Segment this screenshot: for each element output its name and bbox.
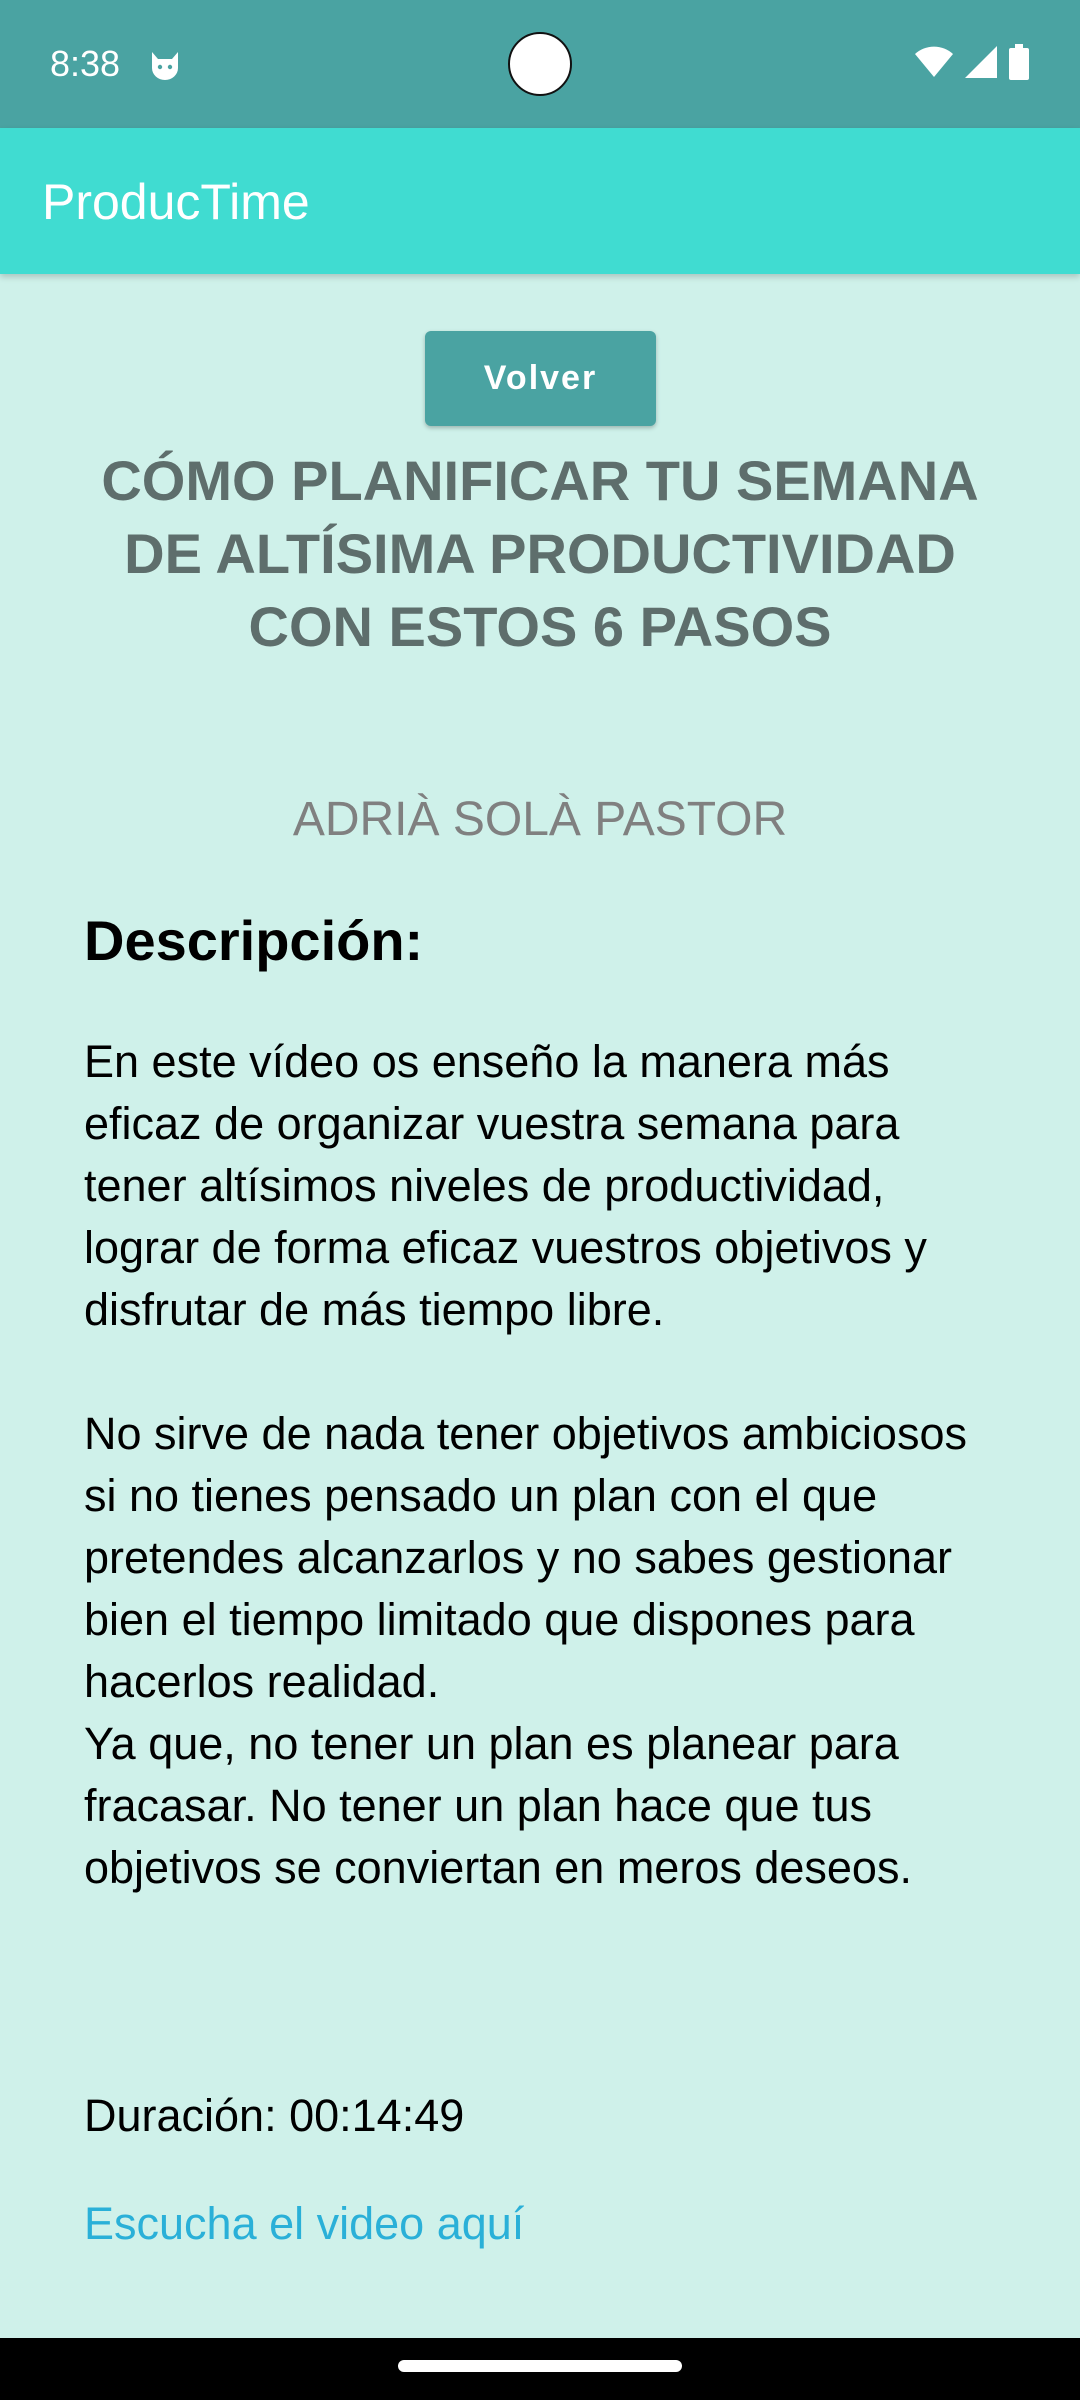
- app-bar: ProducTime: [0, 128, 1080, 274]
- description-text: En este vídeo os enseño la manera más ef…: [84, 1036, 967, 1893]
- description-heading: Descripción:: [84, 909, 424, 972]
- navigation-bar: [0, 2338, 1080, 2400]
- app-title: ProducTime: [42, 174, 310, 230]
- battery-icon: [1008, 43, 1030, 85]
- video-author: ADRIÀ SOLÀ PASTOR: [292, 793, 788, 846]
- signal-icon: [964, 45, 998, 84]
- wifi-icon: [914, 45, 954, 84]
- video-title: CÓMO PLANIFICAR TU SEMANA DE ALTÍSIMA PR…: [101, 449, 979, 658]
- status-bar: 8:38: [0, 0, 1080, 128]
- screen: 8:38 ProducTime Volver CÓMO PLANIFICAR T…: [0, 0, 1080, 2400]
- status-time: 8:38: [50, 43, 121, 84]
- cat-notification-icon: [148, 48, 182, 82]
- camera-cutout: [508, 32, 572, 96]
- status-icons: [914, 43, 1030, 85]
- video-duration: Duración: 00:14:49: [84, 2090, 465, 2141]
- home-indicator[interactable]: [398, 2360, 682, 2372]
- back-button[interactable]: Volver: [425, 331, 656, 426]
- listen-video-link[interactable]: Escucha el video aquí: [84, 2193, 524, 2255]
